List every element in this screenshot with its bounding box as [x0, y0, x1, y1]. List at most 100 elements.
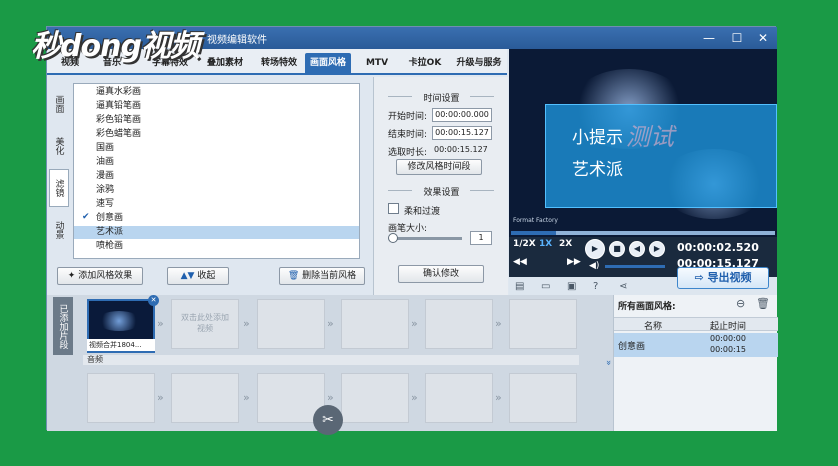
- delete-style-label: 删除当前风格: [302, 271, 357, 281]
- arrow-icon: »: [495, 391, 502, 404]
- next-frame-icon[interactable]: ▶: [649, 241, 665, 257]
- arrow-icon: »: [495, 317, 502, 330]
- collapse-panel-icon[interactable]: »: [603, 295, 613, 431]
- collapse-button[interactable]: ▲▼ 收起: [167, 267, 229, 285]
- arrow-icon: »: [243, 317, 250, 330]
- arrow-icon: »: [243, 391, 250, 404]
- row-start: 00:00:00: [710, 334, 746, 343]
- list-item[interactable]: 油画: [74, 156, 359, 169]
- start-time-label: 开始时间:: [388, 112, 428, 122]
- list-item[interactable]: 逼真铅笔画: [74, 100, 359, 113]
- divider: [470, 190, 494, 191]
- speed-half[interactable]: 1/2X: [513, 239, 536, 249]
- forward-icon[interactable]: ▶▶: [567, 257, 581, 267]
- scissors-icon[interactable]: ✂: [313, 405, 343, 435]
- list-item[interactable]: 彩色铅笔画: [74, 114, 359, 127]
- arrow-icon: »: [327, 317, 334, 330]
- maximize-button[interactable]: ☐: [725, 29, 749, 47]
- list-item[interactable]: 彩色蜡笔画: [74, 128, 359, 141]
- play-icon[interactable]: ▶: [585, 239, 605, 259]
- save-icon[interactable]: ▣: [567, 281, 576, 292]
- tab-upgrade[interactable]: 升级与服务: [451, 53, 507, 73]
- list-item-checked[interactable]: 创意画: [74, 212, 359, 225]
- list-item-selected[interactable]: 艺术派: [74, 226, 359, 239]
- back-icon[interactable]: ⊖: [736, 297, 745, 310]
- duration-value: 00:00:15.127: [434, 145, 488, 154]
- add-style-button[interactable]: ✦ 添加风格效果: [57, 267, 143, 285]
- help-icon[interactable]: ?: [593, 281, 598, 292]
- snapshot-icon[interactable]: ▤: [515, 281, 524, 292]
- list-item[interactable]: 逼真水彩画: [74, 86, 359, 99]
- table-row[interactable]: 创意画 00:00:00 00:00:15: [614, 333, 778, 357]
- export-video-button[interactable]: ⇨ 导出视频: [677, 267, 769, 289]
- volume-icon[interactable]: ◀): [589, 261, 599, 271]
- rewind-icon[interactable]: ◀◀: [513, 257, 527, 267]
- volume-track[interactable]: [605, 265, 665, 268]
- arrow-icon: »: [411, 317, 418, 330]
- remove-clip-icon[interactable]: ✕: [148, 295, 159, 306]
- empty-slot[interactable]: [341, 299, 409, 349]
- modify-time-button[interactable]: 修改风格时间段: [396, 159, 482, 175]
- tab-karaoke[interactable]: 卡拉OK: [403, 53, 447, 73]
- brush-slider-track[interactable]: [392, 237, 462, 240]
- list-item[interactable]: 喷枪画: [74, 240, 359, 253]
- share-icon[interactable]: ⋖: [619, 281, 627, 292]
- row-name: 创意画: [618, 342, 646, 352]
- folder-icon[interactable]: ▭: [541, 281, 550, 292]
- summary-title: 所有画面风格:: [618, 302, 676, 312]
- divider: [470, 96, 494, 97]
- trash-icon[interactable]: 🗑: [756, 297, 770, 310]
- arrow-icon: »: [327, 391, 334, 404]
- arrow-icon: »: [411, 391, 418, 404]
- minimize-button[interactable]: —: [697, 29, 721, 47]
- start-time-input[interactable]: 00:00:00.000: [432, 108, 492, 122]
- empty-slot[interactable]: [257, 299, 325, 349]
- tab-mtv[interactable]: MTV: [355, 53, 399, 73]
- close-button[interactable]: ✕: [751, 29, 775, 47]
- speed-2x[interactable]: 2X: [559, 239, 572, 249]
- audio-slot[interactable]: [87, 373, 155, 423]
- divider: [388, 190, 412, 191]
- audio-slot[interactable]: [425, 373, 493, 423]
- side-tab-label: 美化: [53, 137, 64, 155]
- side-tab-picture[interactable]: 画面: [49, 85, 69, 123]
- brush-slider-handle[interactable]: [388, 233, 398, 243]
- stop-icon[interactable]: ■: [609, 241, 625, 257]
- list-item[interactable]: 速写: [74, 198, 359, 211]
- brush-size-input[interactable]: 1: [470, 231, 492, 245]
- app-window: 视频编辑软件 — ☐ ✕ 视频 音乐 字幕特效 叠加素材 转场特效 画面风格 M…: [31, 26, 778, 435]
- export-label: 导出视频: [707, 271, 752, 284]
- list-item[interactable]: 国画: [74, 142, 359, 155]
- speed-1x[interactable]: 1X: [539, 239, 552, 249]
- list-item[interactable]: 漫画: [74, 170, 359, 183]
- end-time-label: 结束时间:: [388, 130, 428, 140]
- audio-slot[interactable]: [341, 373, 409, 423]
- tab-overlay[interactable]: 叠加素材: [199, 53, 251, 73]
- style-summary-panel: 所有画面风格: ⊖ 🗑 名称 起止时间 创意画 00:00:00 00:00:1…: [613, 295, 778, 431]
- video-preview[interactable]: 测试 小提示 艺术派 Format Factory: [509, 49, 777, 237]
- list-item[interactable]: 涂鸦: [74, 184, 359, 197]
- audio-slot[interactable]: [171, 373, 239, 423]
- confirm-button[interactable]: 确认修改: [398, 265, 484, 283]
- empty-slot[interactable]: [509, 299, 577, 349]
- window-title: 视频编辑软件: [207, 35, 267, 46]
- smooth-label: 柔和过渡: [404, 207, 441, 217]
- side-tab-dynamic[interactable]: 动景: [49, 211, 69, 249]
- smooth-checkbox[interactable]: [388, 203, 399, 214]
- delete-style-button[interactable]: 🗑 删除当前风格: [279, 267, 365, 285]
- tab-transitions[interactable]: 转场特效: [253, 53, 305, 73]
- side-tab-beautify[interactable]: 美化: [49, 127, 69, 165]
- empty-slot[interactable]: 双击此处添加视频: [171, 299, 239, 349]
- style-list[interactable]: 逼真水彩画 逼真铅笔画 彩色铅笔画 彩色蜡笔画 国画 油画 漫画 涂鸦 速写 创…: [73, 83, 360, 259]
- timeline-side-label: 已添加片段: [53, 297, 73, 355]
- prev-frame-icon[interactable]: ◀: [629, 241, 645, 257]
- overlay-line1: 小提示: [572, 128, 623, 148]
- side-tab-filter[interactable]: 滤镜: [49, 169, 69, 207]
- tab-picture-style[interactable]: 画面风格: [305, 53, 351, 73]
- empty-slot-hint: 双击此处添加视频: [181, 313, 229, 333]
- clip-thumbnail-image: [97, 311, 141, 331]
- empty-slot[interactable]: [425, 299, 493, 349]
- end-time-input[interactable]: 00:00:15.127: [432, 126, 492, 140]
- brush-size-label: 画笔大小:: [388, 224, 428, 234]
- audio-slot[interactable]: [509, 373, 577, 423]
